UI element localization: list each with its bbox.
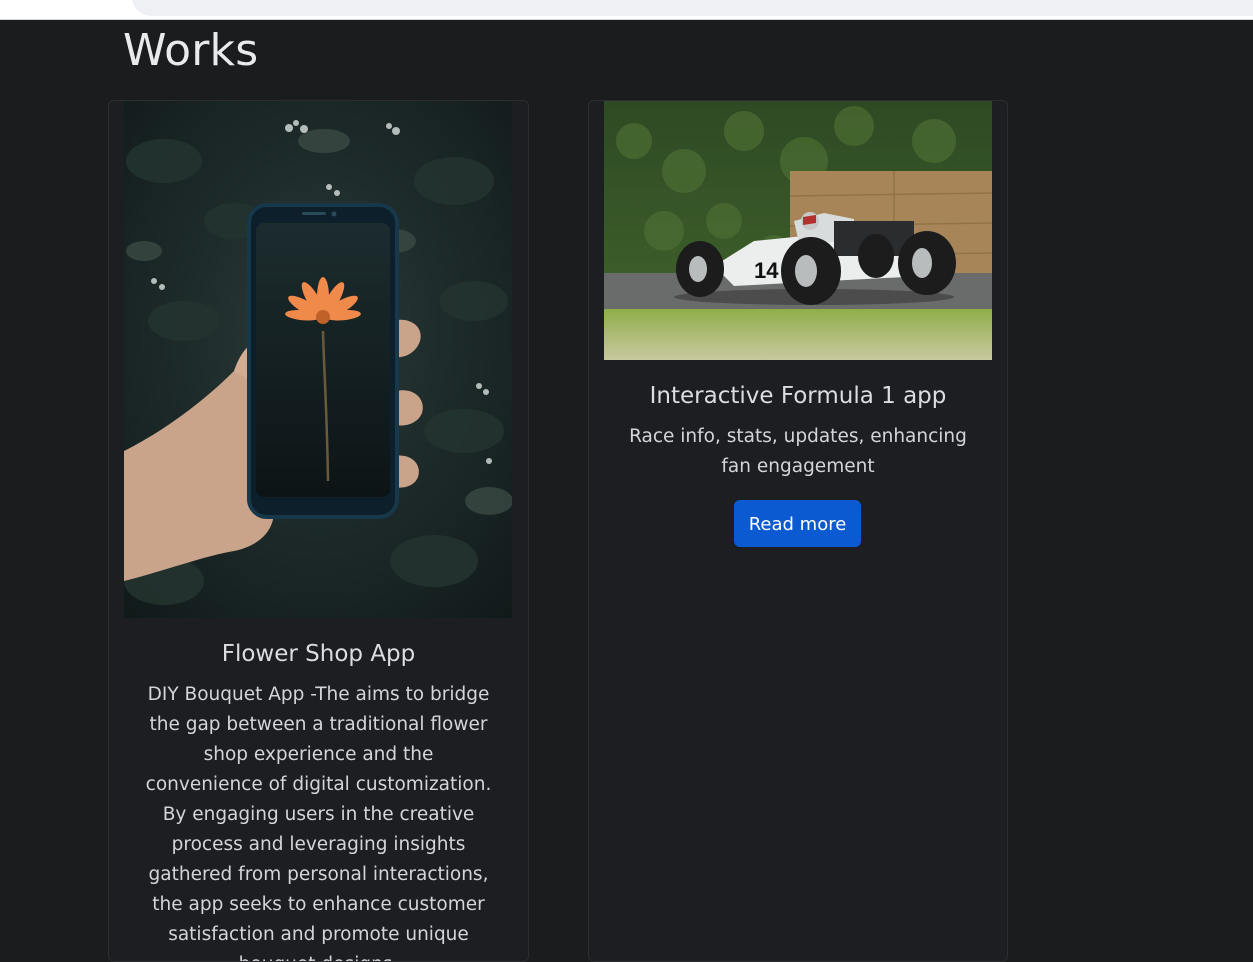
work-card-formula1: 14 Interactive Formula 1 app Race info, … (588, 100, 1008, 962)
race-car-image: 14 (604, 101, 992, 360)
work-title: Flower Shop App (221, 641, 416, 667)
read-more-button[interactable]: Read more (734, 500, 861, 547)
work-card-flower-shop: Flower Shop App DIY Bouquet App -The aim… (108, 100, 529, 962)
work-title: Interactive Formula 1 app (649, 383, 947, 409)
address-input[interactable] (132, 0, 1253, 16)
work-description: Race info, stats, updates, enhancing fan… (629, 426, 967, 477)
page-title: Works (123, 25, 259, 76)
browser-address-bar (0, 0, 1253, 20)
svg-text:14: 14 (754, 258, 779, 283)
work-description: DIY Bouquet App -The aims to bridge the … (145, 684, 492, 961)
flower-phone-image (124, 101, 512, 618)
